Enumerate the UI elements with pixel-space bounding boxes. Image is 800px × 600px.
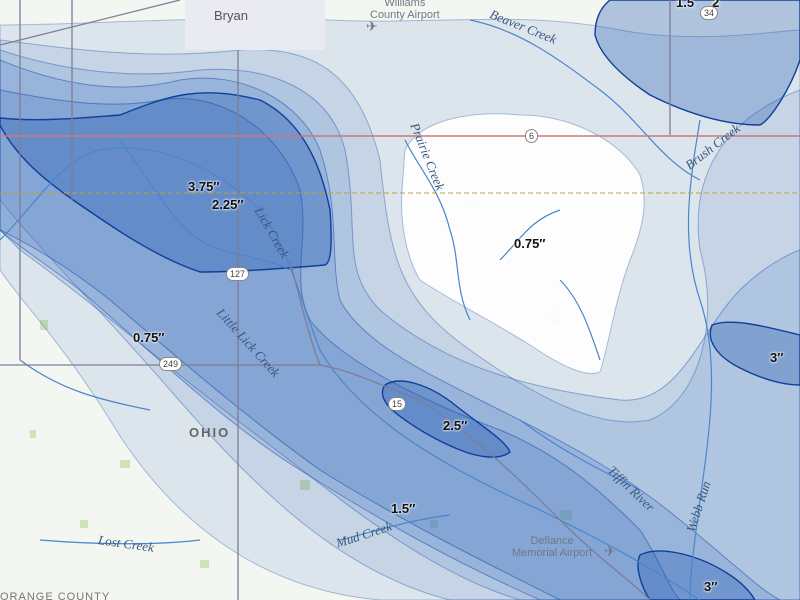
town-label-bryan: Bryan — [214, 8, 248, 23]
airport-icon: ✈ — [366, 18, 378, 34]
route-shield-6: 6 — [525, 129, 539, 143]
airport-label-williams: Williams County Airport — [370, 0, 440, 21]
depth-label-south: 1.5″ — [391, 501, 416, 516]
depth-label-southeast: 3″ — [704, 579, 718, 594]
depth-label-top-1: 1.5 — [676, 0, 695, 10]
state-label-ohio: OHIO — [189, 425, 231, 440]
county-label: ORANGE COUNTY — [0, 591, 111, 600]
route-shield-249: 249 — [159, 357, 183, 371]
route-shield-15: 15 — [388, 397, 407, 411]
flood-depth-map[interactable]: 3.75″ 2.25″ 0.75″ 0.75″ 2.5″ 1.5″ 3″ 3″ … — [0, 0, 800, 600]
depth-label-west-1: 3.75″ — [188, 179, 220, 194]
depth-label-southwest: 0.75″ — [133, 330, 165, 345]
airport-name-line-2: Memorial Airport — [512, 547, 593, 559]
depth-label-center: 0.75″ — [514, 236, 546, 251]
airport-name-line-1: Defiance — [530, 535, 574, 547]
depth-label-east: 3″ — [770, 350, 784, 365]
airport-name-line-1: Williams — [384, 0, 426, 9]
airport-icon: ✈ — [604, 543, 616, 559]
route-shield-127: 127 — [226, 267, 250, 281]
depth-label-west-2: 2.25″ — [212, 197, 244, 212]
depth-label-channel: 2.5″ — [443, 418, 468, 433]
airport-label-defiance: Defiance Memorial Airport — [512, 535, 592, 559]
town-area — [185, 0, 325, 50]
airport-name-line-2: County Airport — [370, 9, 440, 21]
route-shield-34: 34 — [700, 6, 719, 20]
